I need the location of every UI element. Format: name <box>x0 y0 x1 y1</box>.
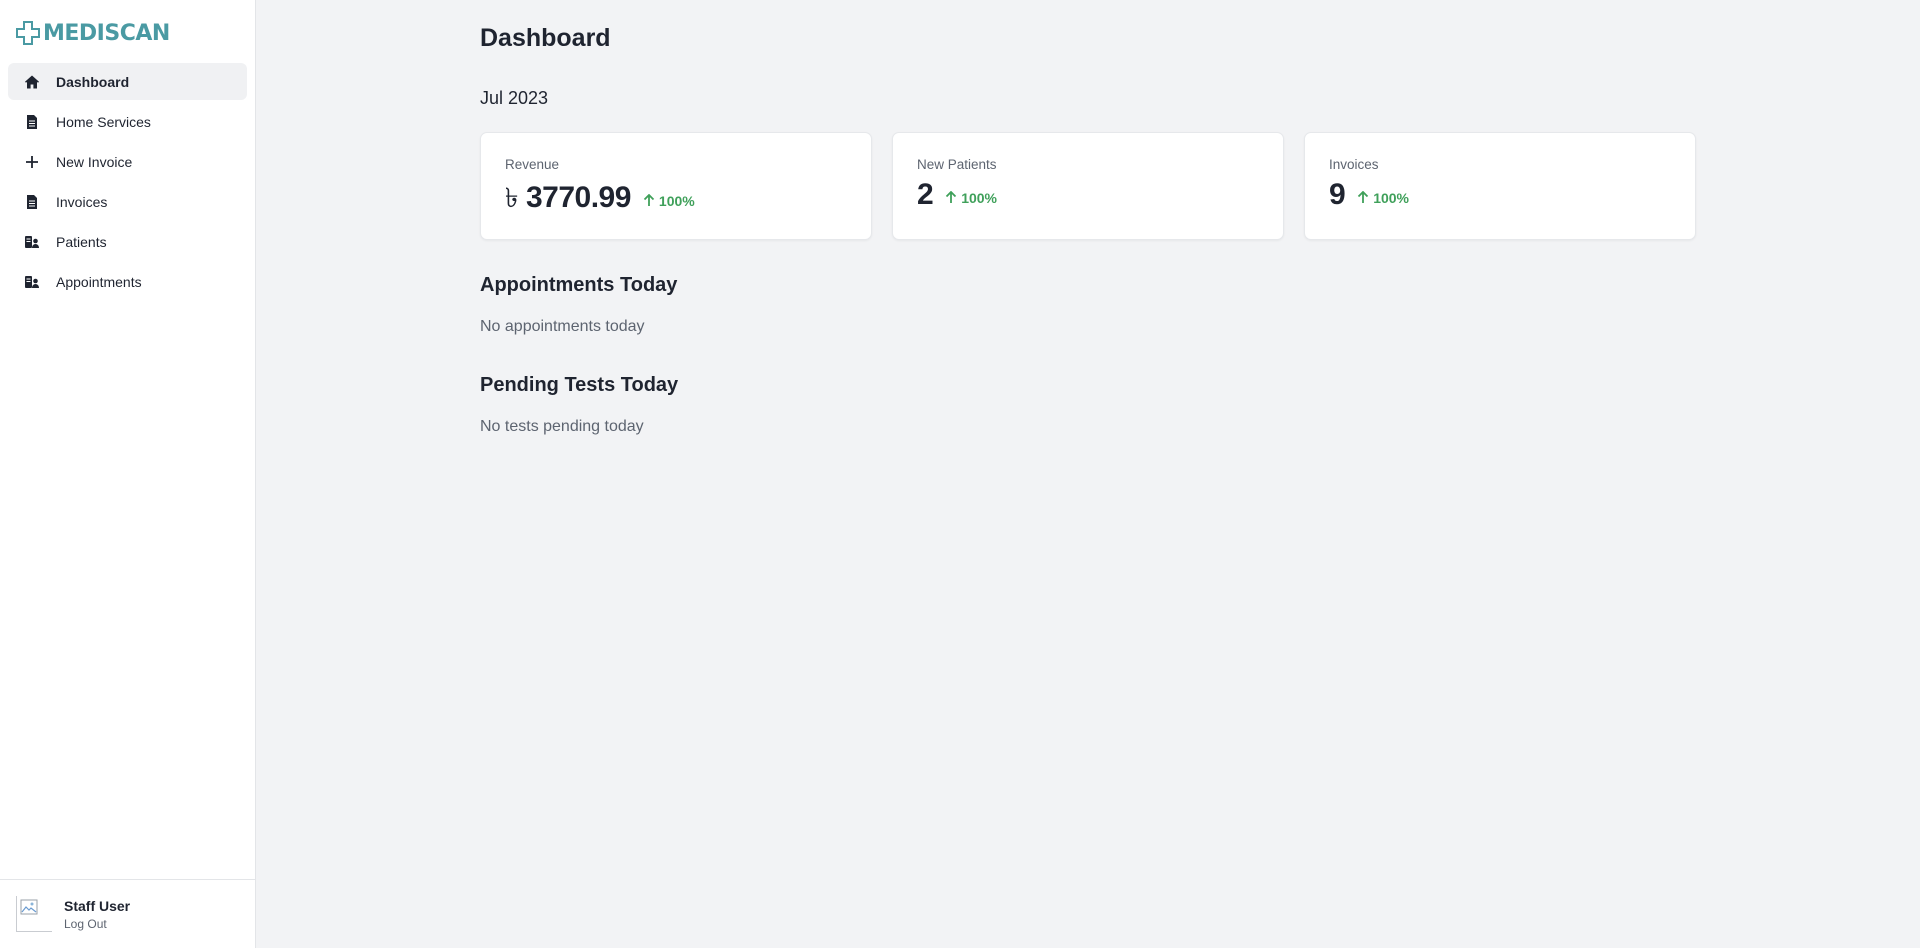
sidebar-item-home-services[interactable]: Home Services <box>8 103 247 140</box>
pending-tests-empty-message: No tests pending today <box>480 418 644 435</box>
sidebar-item-label: Invoices <box>56 193 108 210</box>
brand-logo[interactable]: MEDISCAN <box>15 18 170 48</box>
arrow-up-icon <box>946 191 957 203</box>
brand-name: MEDISCAN <box>43 20 170 46</box>
stat-card-invoices: Invoices 9 100% <box>1304 132 1696 240</box>
sidebar-item-label: Patients <box>56 233 107 250</box>
sidebar-item-label: Appointments <box>56 273 142 290</box>
stats-cards: Revenue ৳ 3770.99 100% New Patients 2 100… <box>480 132 1696 240</box>
sidebar: MEDISCAN Dashboard Home Services New Inv… <box>0 0 256 948</box>
stat-label: Revenue <box>505 157 560 172</box>
period-label: Jul 2023 <box>480 88 549 108</box>
pending-tests-heading: Pending Tests Today <box>480 374 679 396</box>
stat-value: 9 <box>1329 178 1346 211</box>
plus-icon <box>24 154 40 170</box>
patients-icon <box>24 234 40 250</box>
stat-value: ৳ 3770.99 <box>505 178 631 223</box>
user-info: Staff User Log Out <box>64 898 130 931</box>
sidebar-item-patients[interactable]: Patients <box>8 223 247 260</box>
sidebar-item-label: Home Services <box>56 113 151 130</box>
user-panel: Staff User Log Out <box>0 879 256 948</box>
stat-change-value: 100% <box>1373 189 1409 206</box>
stat-card-revenue: Revenue ৳ 3770.99 100% <box>480 132 872 240</box>
sidebar-item-appointments[interactable]: Appointments <box>8 263 247 300</box>
appointments-empty-message: No appointments today <box>480 318 645 335</box>
broken-image-icon <box>20 899 38 915</box>
stat-card-new-patients: New Patients 2 100% <box>892 132 1284 240</box>
medical-cross-icon <box>16 21 40 45</box>
arrow-up-icon <box>1358 191 1369 203</box>
stat-change-value: 100% <box>961 189 997 206</box>
sidebar-item-dashboard[interactable]: Dashboard <box>8 63 247 100</box>
stat-value: 2 <box>917 178 934 211</box>
stat-change: 100% <box>1357 190 1409 206</box>
document-icon <box>24 194 40 210</box>
sidebar-item-new-invoice[interactable]: New Invoice <box>8 143 247 180</box>
stat-label: New Patients <box>917 157 997 172</box>
currency-symbol: ৳ <box>505 183 518 213</box>
document-icon <box>24 114 40 130</box>
stat-value-number: 3770.99 <box>525 181 631 214</box>
sidebar-item-invoices[interactable]: Invoices <box>8 183 247 220</box>
home-icon <box>24 74 40 90</box>
sidebar-item-label: Dashboard <box>56 73 130 90</box>
stat-change: 100% <box>945 190 997 206</box>
sidebar-item-label: New Invoice <box>56 153 133 170</box>
user-name: Staff User <box>64 897 131 914</box>
page-title: Dashboard <box>480 24 611 52</box>
stat-change-value: 100% <box>658 192 695 209</box>
arrow-up-icon <box>643 194 655 206</box>
logout-link[interactable]: Log Out <box>64 917 130 931</box>
sidebar-nav: Dashboard Home Services New Invoice Invo… <box>8 63 247 303</box>
avatar <box>16 896 52 932</box>
patients-icon <box>24 274 40 290</box>
stat-change: 100% <box>643 193 695 209</box>
stat-label: Invoices <box>1329 157 1379 172</box>
appointments-today-heading: Appointments Today <box>480 274 678 296</box>
